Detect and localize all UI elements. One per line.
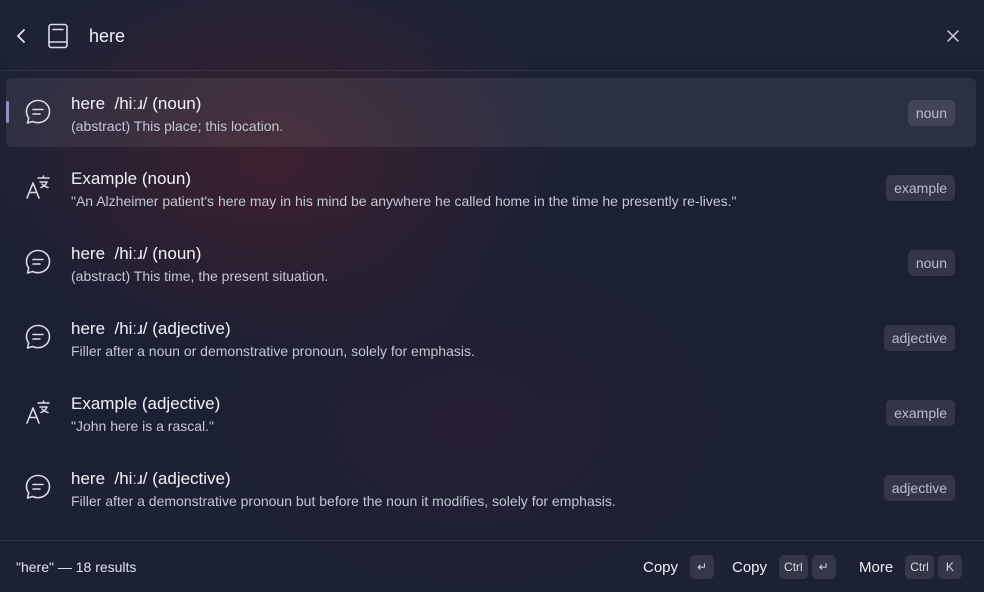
chat-bubble-icon [25, 99, 51, 124]
action-label: More [859, 558, 894, 576]
result-title: here /hiːɹ/ (adjective) [71, 469, 231, 488]
part-of-speech-tag: noun [907, 250, 955, 276]
back-button[interactable] [10, 24, 32, 48]
result-description: "John here is a rascal." [71, 418, 215, 434]
result-title: here /hiːɹ/ (adjective) [71, 319, 231, 338]
ctrl-key-hint: Ctrl [905, 555, 934, 579]
result-description: (abstract) This place; this location. [71, 118, 284, 134]
part-of-speech-tag: adjective [883, 325, 955, 351]
result-item[interactable]: here /hiːɹ/ (adjective) Filler after a d… [6, 453, 976, 522]
close-icon [947, 30, 959, 42]
result-description: "An Alzheimer patient's here may in his … [71, 193, 737, 209]
action-label: Copy [732, 558, 768, 576]
part-of-speech-tag: example [886, 400, 955, 426]
copy-button[interactable]: Copy ↵ [643, 553, 715, 581]
part-of-speech-tag: adjective [883, 475, 955, 501]
action-bar: "here" — 18 results Copy ↵ Copy Ctrl ↵ M… [0, 540, 984, 592]
chat-bubble-icon [25, 249, 51, 274]
selection-indicator [6, 101, 9, 123]
book-icon [48, 23, 68, 49]
translate-icon [26, 175, 50, 199]
chat-bubble-icon [25, 324, 51, 349]
k-key-hint: K [937, 555, 962, 579]
result-title: Example (adjective) [71, 394, 221, 413]
chat-bubble-icon [25, 474, 51, 499]
result-description: Filler after a noun or demonstrative pro… [71, 343, 475, 359]
ctrl-key-hint: Ctrl [779, 555, 808, 579]
result-title: here /hiːɹ/ (noun) [71, 94, 202, 113]
result-title: here /hiːɹ/ (noun) [71, 244, 202, 263]
search-header [0, 0, 984, 71]
result-item[interactable]: here /hiːɹ/ (adjective) Filler after a n… [6, 303, 976, 372]
result-count: "here" — 18 results [16, 559, 137, 575]
results-list: here /hiːɹ/ (noun) (abstract) This place… [0, 71, 984, 539]
copy-secondary-button[interactable]: Copy Ctrl ↵ [732, 553, 836, 581]
result-description: (abstract) This time, the present situat… [71, 268, 329, 284]
enter-key-hint: ↵ [811, 555, 836, 579]
translate-icon [26, 400, 50, 424]
result-item[interactable]: here /hiːɹ/ (noun) (abstract) This place… [6, 78, 976, 147]
close-button[interactable] [942, 25, 964, 47]
result-description: Filler after a demonstrative pronoun but… [71, 493, 616, 509]
action-label: Copy [643, 558, 679, 576]
result-item[interactable]: Example (adjective) "John here is a rasc… [6, 378, 976, 447]
result-item[interactable]: Example (noun) "An Alzheimer patient's h… [6, 153, 976, 222]
enter-key-hint: ↵ [690, 555, 715, 579]
result-item[interactable]: here /hiːɹ/ (noun) (abstract) This time,… [6, 228, 976, 297]
search-input[interactable] [89, 22, 889, 50]
chevron-left-icon [17, 29, 25, 43]
part-of-speech-tag: noun [907, 100, 955, 126]
more-actions-button[interactable]: More Ctrl K [859, 553, 962, 581]
part-of-speech-tag: example [886, 175, 955, 201]
dictionary-window: here /hiːɹ/ (noun) (abstract) This place… [0, 0, 984, 592]
result-title: Example (noun) [71, 169, 192, 188]
